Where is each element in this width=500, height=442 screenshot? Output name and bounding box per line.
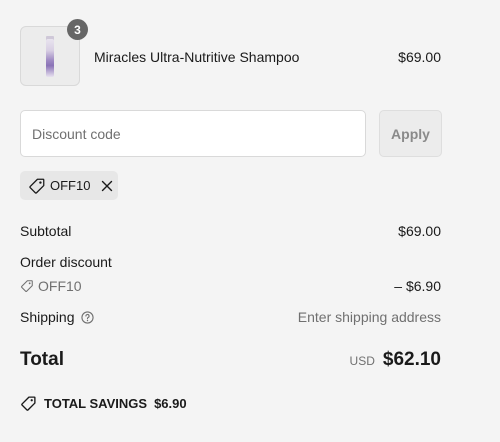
tag-icon [29, 178, 45, 194]
total-label: Total [20, 349, 64, 370]
shipping-label: Shipping [20, 309, 75, 325]
applied-code-label: OFF10 [50, 178, 91, 193]
order-discount-amount: – $6.90 [394, 278, 441, 294]
order-discount-code: OFF10 [20, 278, 82, 294]
help-icon[interactable] [80, 310, 94, 324]
order-discount-label: Order discount [20, 254, 112, 270]
discount-code-input[interactable] [20, 110, 366, 157]
currency-code: USD [349, 354, 375, 368]
order-discount-code-label: OFF10 [38, 278, 82, 294]
subtotal-value: $69.00 [398, 223, 441, 239]
shipping-value: Enter shipping address [297, 309, 441, 325]
product-image [46, 39, 54, 77]
apply-button[interactable]: Apply [379, 110, 442, 157]
applied-discount-chip: OFF10 [20, 171, 118, 200]
total-amount: $62.10 [382, 349, 441, 370]
product-price: $69.00 [398, 49, 441, 65]
total-savings: TOTAL SAVINGS $6.90 [20, 395, 187, 412]
shipping-row-label: Shipping [20, 309, 94, 325]
close-icon[interactable] [101, 180, 113, 192]
total-savings-label: TOTAL SAVINGS [44, 396, 148, 411]
total-value: USD $62.10 [350, 349, 441, 371]
product-name: Miracles Ultra-Nutritive Shampoo [94, 49, 300, 65]
quantity-badge: 3 [67, 19, 88, 40]
total-savings-amount: $6.90 [154, 396, 187, 411]
subtotal-label: Subtotal [20, 223, 72, 239]
tag-icon [21, 396, 36, 411]
tag-icon [21, 280, 33, 292]
